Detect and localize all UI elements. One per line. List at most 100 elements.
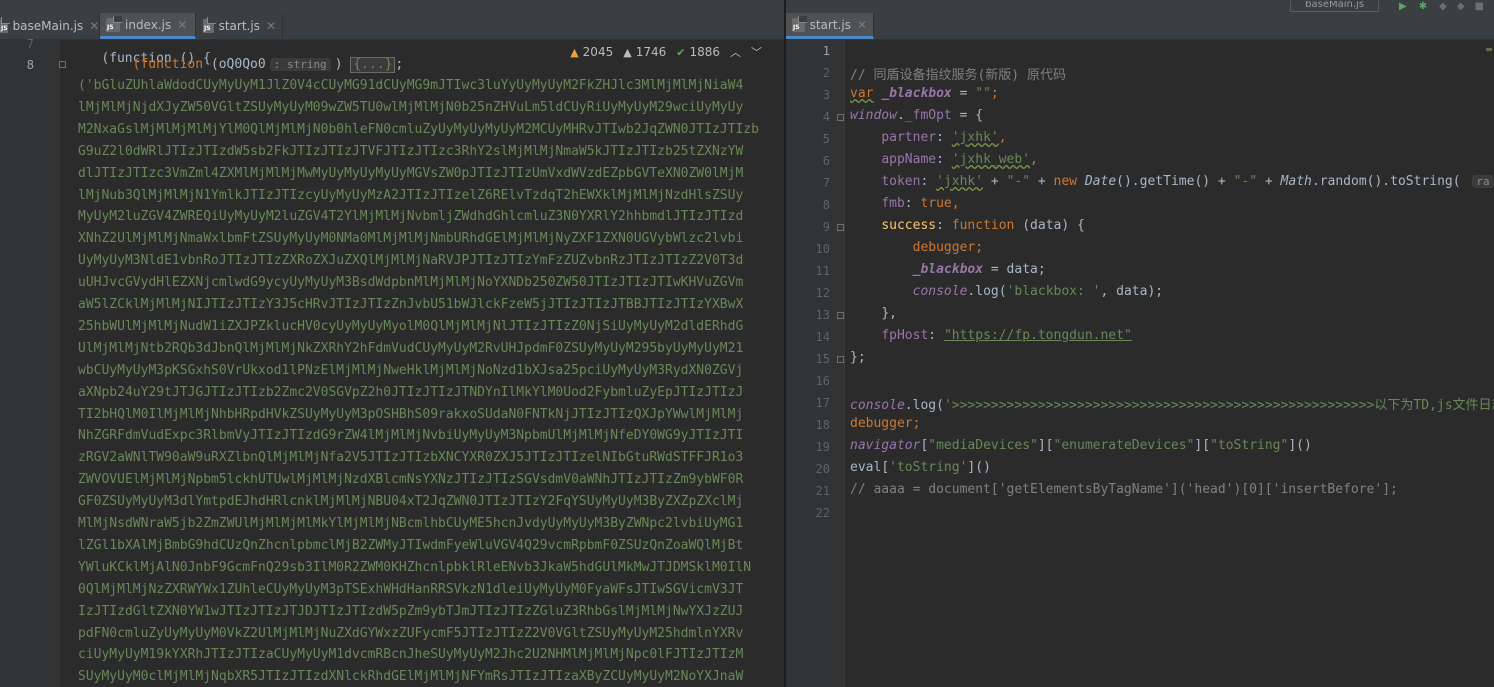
right-top-strip: baseMain.js ▶ ✱ ◆ ◆ ■ [786, 0, 1494, 13]
code-line-4: window._fmOpt = { [850, 108, 984, 123]
string-literal-line: uUHJvcGVydHlEZXNjcmlwdG9ycyUyMyUyM3BsdWd… [78, 275, 744, 291]
string-literal-line: IzJTIzdGltZXN0YW1wJTIzJTIzJTJDJTIzJTIzdW… [78, 603, 744, 619]
js-file-icon: JS [0, 17, 10, 33]
code-line-14: fpHost: "https://fp.tongdun.net" [881, 328, 1132, 343]
line-number: 5 [822, 132, 830, 146]
run-config-select[interactable]: baseMain.js [1290, 1, 1380, 12]
left-top-strip [0, 0, 784, 13]
error-count[interactable]: ▲ 2045 [570, 45, 613, 59]
fold-icon[interactable] [837, 312, 844, 319]
code-line-13: }, [881, 306, 897, 321]
typo-count[interactable]: ✔ 1886 [676, 45, 720, 59]
check-icon: ✔ [676, 45, 686, 59]
string-literal-line: UlMjMlMjNtb2RQb3dJbnQlMjMlMjNkZXRhY2hFdm… [78, 340, 744, 356]
semicolon: ; [395, 57, 404, 72]
coverage-icon[interactable]: ◆ [1439, 1, 1447, 12]
chevron-down-icon[interactable]: ﹀ [751, 44, 762, 60]
line-number: 8 [822, 198, 830, 212]
problems-indicator[interactable]: ▲ 2045 ▲ 1746 ✔ 1886 ︿ ﹀ [560, 44, 762, 60]
fold-icon[interactable] [59, 61, 66, 68]
string-literal-line: ciUyMyUyM19kYXRhJTIzJTIzaCUyMyUyM1dvcmRB… [78, 647, 744, 663]
close-icon[interactable]: ✕ [266, 19, 276, 33]
code-line-6: appName: 'jxhk_web', [881, 152, 1038, 167]
scroll-marker[interactable] [1486, 48, 1492, 51]
code-line-3: var _blackbox = ""; [850, 86, 999, 101]
line-number: 15 [815, 352, 830, 366]
tab-start-js-right[interactable]: JS start.js ✕ [786, 13, 874, 39]
line-number: 20 [815, 462, 830, 476]
right-editor-pane: baseMain.js ▶ ✱ ◆ ◆ ■ JS start.js ✕ 1234… [786, 0, 1494, 687]
line-number: 18 [815, 418, 830, 432]
js-file-icon: JS [106, 15, 122, 32]
stop-icon[interactable]: ■ [1475, 1, 1484, 12]
string-literal-line: M2NxaGslMjMlMjMlMjYlM0QlMjMlMjN0b0hleFN0… [78, 121, 759, 137]
line-number: 10 [815, 242, 830, 256]
fold-icon[interactable] [837, 224, 844, 231]
string-literal-line: YWluKCklMjAlN0JnbF9GcmFnQ29sb3IlM0R2ZWM0… [78, 559, 752, 575]
string-literal-line: wbCUyMyUyM3pKSGxhS0VrUkxod1lPNzElMjMlMjN… [78, 362, 744, 378]
code-line-18: debugger; [850, 416, 921, 431]
fold-icon[interactable] [837, 356, 844, 363]
type-hint: : string [269, 58, 331, 71]
string-literal-line: aW5lZCklMjMlMjNIJTIzJTIzY3J5cHRvJTIzJTIz… [78, 297, 744, 312]
string-literal-line: TI2bHQlM0IlMjMlMjNhbHRpdHVkZSUyMyUyM3pOS… [78, 406, 744, 422]
code-line-21: // aaaa = document['getElementsByTagName… [850, 482, 1398, 497]
line-number: 1 [822, 44, 830, 58]
code-line-19: navigator["mediaDevices"]["enumerateDevi… [850, 438, 1312, 453]
weak-warning-icon: ▲ [623, 45, 632, 59]
line-number: 12 [815, 286, 830, 300]
string-literal-line: 25hbWUlMjMlMjNudW1iZXJPZklucHV0cyUyMyUyM… [78, 318, 744, 334]
line-number: 14 [815, 330, 830, 344]
code-line-11: _blackbox = data; [912, 262, 1046, 277]
line-number: 16 [815, 374, 830, 388]
line-number: 2 [822, 66, 830, 80]
chevron-up-icon[interactable]: ︿ [730, 44, 741, 60]
line-number: 7 [822, 176, 830, 190]
function-keyword: (function [132, 57, 204, 72]
right-gutter: 1 2 3 4 5 6 7 8 9 10 11 12 13 14 15 16 17 18 19 20 21 22 [786, 40, 844, 687]
line-number: 11 [815, 264, 830, 278]
url-link[interactable]: "https://fp.tongdun.net" [944, 328, 1132, 343]
run-icon[interactable]: ▶ [1399, 1, 1407, 12]
close-icon[interactable]: ✕ [857, 18, 867, 32]
line-number: 17 [815, 396, 830, 410]
string-literal-line: MyUyM2luZGV4ZWREQiUyMyUyM2luZGV4T2YlMjMl… [78, 209, 744, 225]
debug-icon[interactable]: ✱ [1419, 1, 1427, 12]
line-number: 6 [822, 154, 830, 168]
left-gutter: 7 8 [0, 37, 66, 687]
string-literal-line: lZGl1bXAlMjBmbG9hdCUzQnZhcnlpbmclMjB2ZWM… [78, 537, 744, 553]
string-literal-line: SUyMyUyM0clMjMlMjNqbXR5JTIzJTIzdXNlckRhd… [78, 669, 744, 685]
line-number: 22 [815, 506, 830, 520]
js-file-icon: JS [792, 15, 807, 32]
tab-label: start.js [809, 17, 851, 32]
line-number: 7 [26, 37, 34, 51]
string-literal-line: lMjMlMjNjdXJyZW50VGltZSUyMyUyM09wZW5TU0w… [78, 99, 744, 115]
close-icon[interactable]: ✕ [177, 18, 187, 32]
string-literal-line: G9uZ2l0dWRlJTIzJTIzdW5sb2FkJTIzJTIzJTVFJ… [78, 143, 744, 159]
string-literal-line: zRGV2aWNlTW90aW9uRXZlbnQlMjMlMjNfa2V5JTI… [78, 450, 744, 466]
code-line-12: console.log('blackbox: ', data); [912, 284, 1164, 299]
code-line-15: }; [850, 350, 866, 365]
line-number: 8 [26, 58, 34, 72]
string-literal-line: XNhZ2UlMjMlMjNmaWxlbmFtZSUyMyUyM0NMa0MlM… [78, 231, 744, 247]
string-literal-line: pdFN0cmluZyUyMyUyM0VkZ2UlMjMlMjNuZXdGYWx… [78, 625, 744, 641]
close-icon[interactable]: ✕ [89, 19, 99, 33]
line-number: 9 [822, 220, 830, 234]
code-line-8: (function (oQ0Qo0: string) {...}; [132, 57, 404, 73]
right-tab-bar: JS start.js ✕ [786, 13, 1494, 40]
tab-label: start.js [218, 19, 260, 33]
line-number: 4 [822, 110, 830, 124]
string-literal-line: GF0ZSUyMyUyM3dlYmtpdEJhdHRlcnklMjMlMjNBU… [78, 494, 744, 510]
fold-icon[interactable] [837, 114, 844, 121]
folded-code-block[interactable]: {...} [350, 57, 396, 73]
warning-count[interactable]: ▲ 1746 [623, 45, 666, 59]
code-line-2: // 同盾设备指纹服务(新版) 原代码 [850, 68, 1066, 83]
left-editor-pane: JS baseMain.js ✕ JS index.js ✕ JS start.… [0, 0, 784, 687]
profile-icon[interactable]: ◆ [1457, 1, 1465, 12]
js-file-icon: JS [203, 17, 216, 33]
string-literal-line: UyMyUyM3NldE1vbnRoJTIzJTIzZXRoZXJuZXQlMj… [78, 253, 744, 269]
string-literal-line: NhZGRFdmVudExpc3RlbmVyJTIzJTIzdG9rZW4lMj… [78, 428, 744, 444]
code-line-10: debugger; [912, 240, 984, 255]
string-literal-line: 0QlMjMlMjNzZXRWYWx1ZUhleCUyMyUyM3pTSExhW… [78, 581, 744, 597]
string-literal-line: lMjNub3QlMjMlMjN1YmlkJTIzJTIzcyUyMyUyMzA… [78, 187, 744, 203]
